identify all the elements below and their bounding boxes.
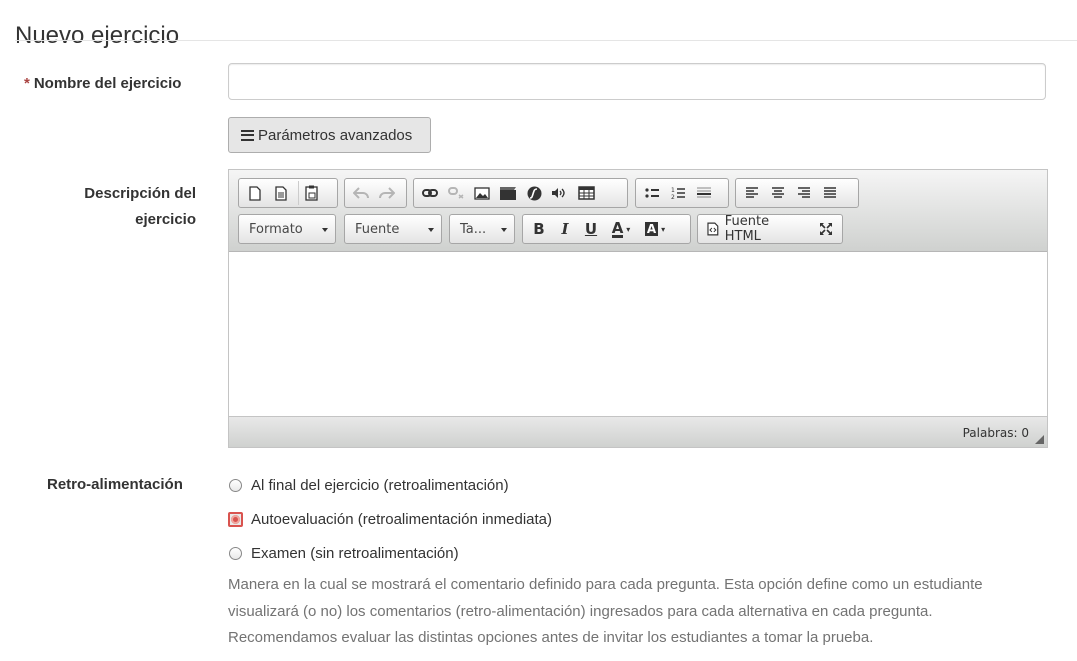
italic-button[interactable]: I (552, 217, 578, 241)
description-editor: 12 Formato Fuente Ta... B I U A ▾ A ▾ Fu… (228, 169, 1048, 448)
new-page-icon[interactable] (242, 181, 268, 205)
editor-statusbar: Palabras: 0 (229, 416, 1047, 447)
maximize-icon[interactable] (814, 217, 839, 241)
font-dropdown-label: Fuente (355, 221, 400, 237)
feedback-label: Retro-alimentación (47, 476, 183, 493)
align-group (735, 178, 859, 208)
bold-button[interactable]: B (526, 217, 552, 241)
text-color-button[interactable]: A ▾ (604, 217, 638, 241)
radio-button[interactable] (229, 547, 242, 560)
source-icon (707, 222, 719, 236)
feedback-option-immediate-label: Autoevaluación (retroalimentación inmedi… (251, 511, 552, 528)
resize-handle-icon[interactable] (1035, 435, 1044, 444)
chevron-down-icon (501, 228, 507, 232)
underline-button[interactable]: U (578, 217, 604, 241)
radio-button-checked[interactable] (228, 512, 243, 527)
chevron-down-icon (428, 228, 434, 232)
text-color-icon: A (611, 218, 624, 238)
page-title: Nuevo ejercicio (15, 22, 180, 50)
help-line: visualizará (o no) los comentarios (retr… (228, 602, 933, 620)
paste-icon[interactable] (298, 181, 324, 205)
help-line: Recomendamos evaluar las distintas opcio… (228, 629, 874, 646)
advanced-settings-label: Parámetros avanzados (258, 126, 413, 144)
feedback-help-text: Manera en la cual se mostrará el comenta… (228, 572, 1028, 652)
feedback-option-exam[interactable]: Examen (sin retroalimentación) (229, 545, 459, 562)
background-color-button[interactable]: A ▾ (638, 217, 672, 241)
exercise-name-label: * Nombre del ejercicio (24, 75, 181, 92)
menu-icon (241, 129, 254, 141)
source-html-button[interactable]: Fuente HTML (701, 214, 814, 244)
feedback-option-end-label: Al final del ejercicio (retroalimentació… (251, 477, 509, 494)
feedback-option-immediate[interactable]: Autoevaluación (retroalimentación inmedi… (228, 511, 552, 528)
justify-icon[interactable] (817, 181, 843, 205)
size-dropdown-label: Ta... (460, 221, 487, 237)
radio-button[interactable] (229, 479, 242, 492)
advanced-settings-button[interactable]: Parámetros avanzados (228, 117, 431, 153)
required-mark: * (24, 75, 30, 92)
numbered-list-icon[interactable]: 12 (665, 181, 691, 205)
radio-dot-icon (231, 515, 240, 524)
link-icon[interactable] (417, 181, 443, 205)
undo-icon[interactable] (348, 181, 374, 205)
word-count: Palabras: 0 (962, 426, 1029, 440)
audio-icon[interactable] (547, 181, 573, 205)
exercise-name-label-text: Nombre del ejercicio (33, 75, 182, 92)
feedback-option-exam-label: Examen (sin retroalimentación) (251, 545, 459, 562)
description-label: Descripción del ejercicio (40, 181, 196, 233)
help-line: Manera en la cual se mostrará el comenta… (228, 576, 983, 593)
chevron-down-icon: ▾ (661, 224, 666, 234)
align-right-icon[interactable] (791, 181, 817, 205)
font-dropdown[interactable]: Fuente (344, 214, 442, 244)
align-center-icon[interactable] (765, 181, 791, 205)
editor-toolbar: 12 Formato Fuente Ta... B I U A ▾ A ▾ Fu… (229, 170, 1047, 252)
align-left-icon[interactable] (739, 181, 765, 205)
editor-content-area[interactable] (229, 253, 1047, 416)
format-dropdown[interactable]: Formato (238, 214, 336, 244)
insert-group (413, 178, 628, 208)
exercise-name-input[interactable] (228, 63, 1046, 100)
tools-group: Fuente HTML (697, 214, 843, 244)
table-icon[interactable] (573, 181, 599, 205)
list-group: 12 (635, 178, 729, 208)
title-divider (15, 40, 1077, 41)
feedback-option-end[interactable]: Al final del ejercicio (retroalimentació… (229, 477, 509, 494)
unlink-icon[interactable] (443, 181, 469, 205)
chevron-down-icon (322, 228, 328, 232)
horizontal-rule-icon[interactable] (691, 181, 717, 205)
description-label-line2: ejercicio (135, 211, 196, 228)
chevron-down-icon: ▾ (626, 224, 631, 234)
document-group (238, 178, 338, 208)
bulleted-list-icon[interactable] (639, 181, 665, 205)
description-label-line1: Descripción del (84, 185, 196, 202)
svg-text:2: 2 (671, 194, 675, 200)
preview-icon[interactable] (268, 181, 294, 205)
history-group (344, 178, 407, 208)
background-color-icon: A (644, 222, 659, 236)
format-dropdown-label: Formato (249, 221, 303, 237)
redo-icon[interactable] (374, 181, 400, 205)
video-icon[interactable] (495, 181, 521, 205)
text-style-group: B I U A ▾ A ▾ (522, 214, 691, 244)
flash-icon[interactable] (521, 181, 547, 205)
source-html-label: Fuente HTML (724, 214, 770, 244)
image-icon[interactable] (469, 181, 495, 205)
svg-text:1: 1 (671, 187, 675, 194)
size-dropdown[interactable]: Ta... (449, 214, 515, 244)
